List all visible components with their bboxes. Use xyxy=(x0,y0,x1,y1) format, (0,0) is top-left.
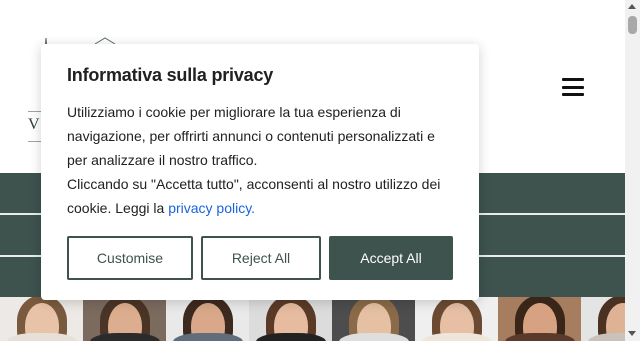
portrait-photo xyxy=(0,297,83,341)
customise-button[interactable]: Customise xyxy=(67,236,193,280)
logo-rule-top xyxy=(28,111,42,112)
cookie-consent-dialog: Informativa sulla privacy Utilizziamo i … xyxy=(41,44,479,300)
portrait-photo xyxy=(332,297,415,341)
portrait-photo xyxy=(249,297,332,341)
logo-rule-bottom xyxy=(28,141,42,142)
cookie-text-1: Utilizziamo i cookie per migliorare la t… xyxy=(67,104,435,168)
cookie-title: Informativa sulla privacy xyxy=(67,65,274,85)
portrait-photo xyxy=(581,297,625,341)
scroll-up-icon[interactable] xyxy=(628,4,636,9)
scroll-thumb[interactable] xyxy=(628,16,637,34)
hamburger-menu-icon[interactable] xyxy=(562,78,584,96)
cookie-description: Utilizziamo i cookie per migliorare la t… xyxy=(67,100,457,220)
photo-strip xyxy=(0,297,625,341)
reject-all-button[interactable]: Reject All xyxy=(201,236,321,280)
portrait-photo xyxy=(83,297,166,341)
scroll-down-icon[interactable] xyxy=(628,331,636,336)
portrait-photo xyxy=(415,297,498,341)
portrait-photo xyxy=(166,297,249,341)
page-scrollbar[interactable] xyxy=(625,0,640,341)
logo-letter: V xyxy=(28,116,40,133)
accept-all-button[interactable]: Accept All xyxy=(329,236,453,280)
privacy-policy-link[interactable]: privacy policy. xyxy=(168,200,255,216)
portrait-photo xyxy=(498,297,581,341)
